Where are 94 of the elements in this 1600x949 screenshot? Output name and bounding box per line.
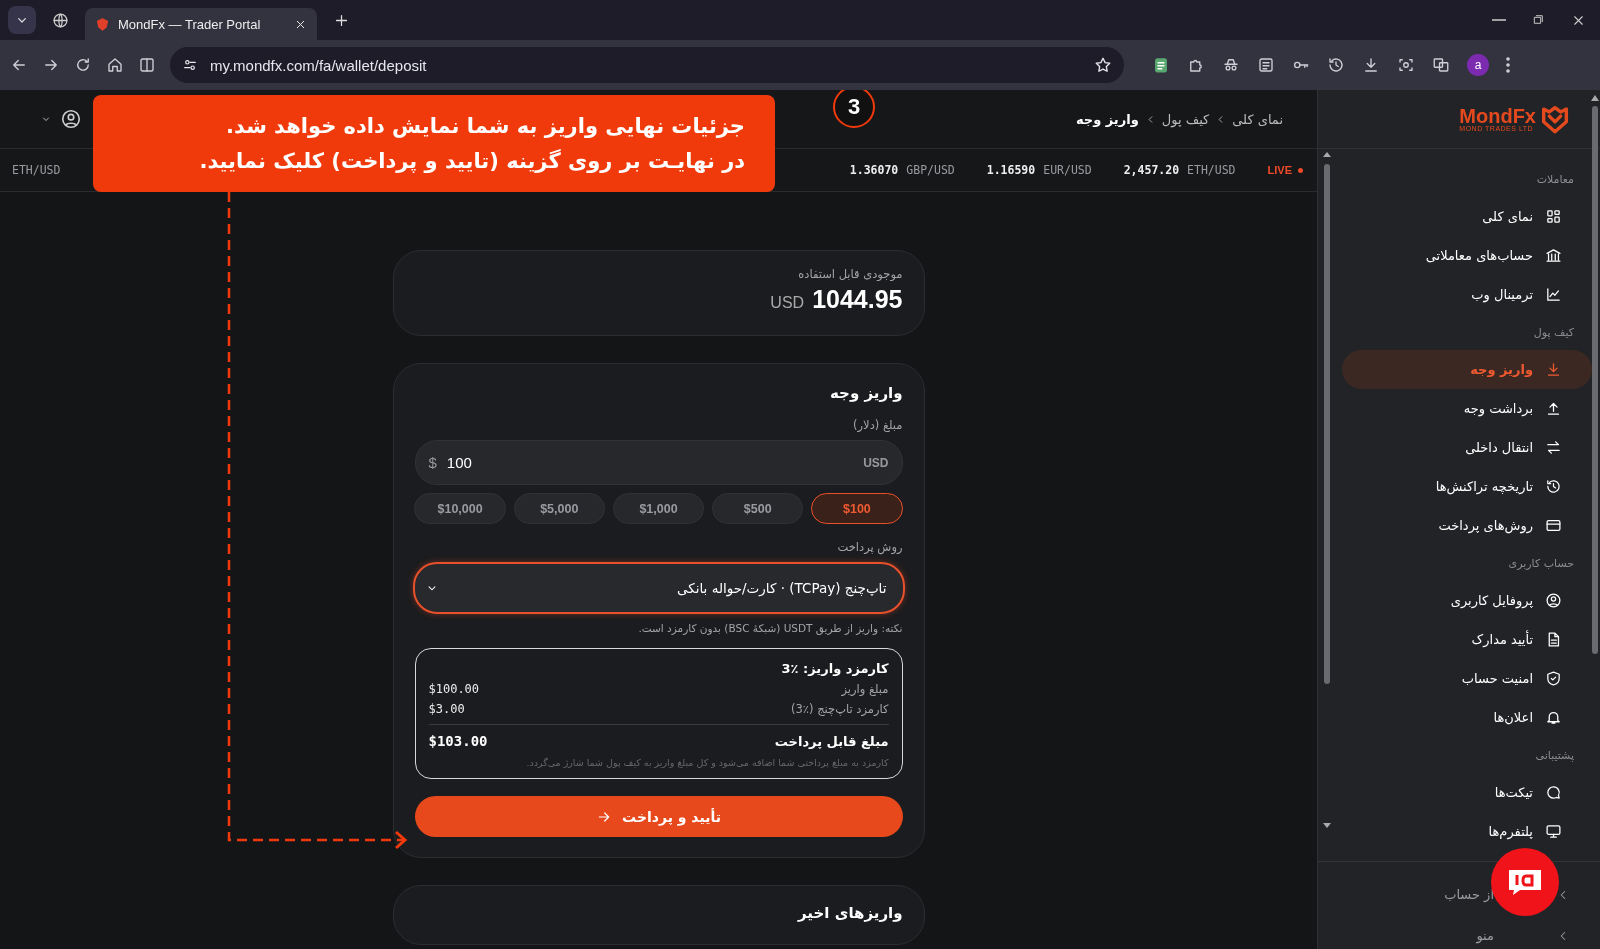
callout-text: جزئیات نهایی واریز به شما نمایش داده خواهد شد. [225,113,745,140]
history-icon [1545,478,1562,495]
section-title: پشتیبانی [1534,748,1574,764]
reload-icon [74,56,92,74]
total-value: $103.00 [428,733,488,749]
ticker-pair: EUR/USD [1043,163,1092,177]
sidebar-item[interactable]: روش‌های پرداخت [1342,506,1592,545]
sidebar-item[interactable]: برداشت وجه [1342,389,1592,428]
breadcrumb[interactable]: واریز وجه [1075,111,1139,127]
reader-icon [1257,56,1275,74]
ticker-pair: GBP/USD [906,163,955,177]
note-text: نکته: واریز از طریق USDT (شبکهٔ BSC) بدون کارمزد است. [637,622,903,634]
confirm-pay-button[interactable]: تأیید و پرداخت [414,796,903,837]
minimize-icon [1492,18,1506,21]
fee-value: $3.00 [428,702,465,716]
fee-label: کارمزد تاپ‌چنج (٪3) [791,702,889,716]
restore-icon [1532,12,1545,26]
profile-avatar[interactable]: a [1467,54,1489,76]
chat-bubble-icon [1506,867,1544,897]
translate-icon [1432,56,1450,74]
bank-icon [1545,247,1562,264]
fee-label: مبلغ واریز [841,682,889,696]
sidebar-item[interactable]: تاریخچه تراکنش‌ها [1342,467,1592,506]
transfer-icon [1545,439,1562,456]
section-title: معاملات [1535,172,1574,188]
history-icon [1327,56,1345,74]
address-bar[interactable]: my.mondfx.com/fa/wallet/deposit [170,47,1124,83]
sidebar-item[interactable]: پروفایل کاربری [1342,581,1592,620]
live-dot [1298,167,1303,173]
sidebar-item[interactable]: امنیت حساب [1342,659,1592,698]
field-label: روش پرداخت [836,540,903,554]
monitor-icon [1545,823,1562,840]
breadcrumb[interactable]: کیف پول [1161,111,1210,127]
balance-amount: 1044.95 [812,285,903,314]
download-icon [1362,56,1380,74]
callout-text: در نهایـت بر روی گزینه (تایید و پرداخت) کلیک نمایید. [198,148,745,175]
split-view-icon [138,56,156,74]
ticker-price: 1.36070 [849,163,899,177]
shield-icon [1545,670,1562,687]
shield-logo-icon [95,16,110,32]
ticker-price: 1.16590 [986,163,1036,177]
sidebar-item[interactable]: حساب‌های معاملاتی [1342,236,1592,275]
fee-footnote: کارمزد به مبلغ پرداختی شما اضافه می‌شود و کل مبلغ واریز به کیف پول شما شارژ می‌گردد. [525,757,889,768]
amount-field[interactable]: $ 100 USD [414,440,903,485]
menu-link[interactable]: از حساب [1444,887,1494,902]
currency-label: USD [770,294,805,312]
amount-preset[interactable]: $100 [811,493,903,524]
logo-name: MondFx [1459,106,1536,125]
grid-icon [1545,208,1562,225]
fee-value: $100.00 [428,682,480,696]
sidebar-item[interactable]: اعلان‌ها [1342,698,1592,737]
ticker-pair: ETH/USD [1187,163,1236,177]
total-label: مبلغ قابل پرداخت [774,733,889,749]
amount-preset[interactable]: $500 [712,493,804,524]
amount-preset[interactable]: $1,000 [612,493,705,524]
home-icon [106,56,124,74]
sidebar-item[interactable]: پلتفرم‌ها [1342,812,1592,851]
sidebar-item[interactable]: تیکت‌ها [1342,773,1592,812]
sidebar-item[interactable]: انتقال داخلی [1342,428,1592,467]
globe-icon [52,11,69,29]
card-icon [1545,517,1562,534]
field-label: مبلغ (دلار) [852,418,903,432]
site-settings-icon [182,57,198,73]
sidebar-item[interactable]: ترمینال وب [1342,275,1592,314]
chat-icon [1545,784,1562,801]
sidebar-item[interactable]: واریز وجه [1342,350,1592,389]
menu-link[interactable]: منو [1476,928,1494,943]
ticker-pair: ETH/USD [12,163,61,177]
sidebar-item[interactable]: نمای کلی [1342,197,1592,236]
fee-title: کارمزد واریز: ٪3 [780,661,889,676]
payment-method-select[interactable]: تاپ‌چنج (TCPay) · کارت/حواله بانکی [412,562,905,614]
amount-preset[interactable]: $10,000 [414,493,506,524]
section-title: حساب کاربری [1507,556,1574,572]
more-icon[interactable] [1506,57,1510,73]
tab-search-button[interactable] [8,6,36,34]
clipboard-icon [1152,56,1170,74]
amount-preset[interactable]: $5,000 [513,493,605,524]
user-circle-icon [1545,592,1562,609]
breadcrumb[interactable]: نمای کلی [1232,111,1283,127]
screenshot-icon [1397,56,1415,74]
sidebar-item[interactable]: تأیید مدارک [1342,620,1592,659]
live-label: LIVE [1267,164,1292,176]
chart-icon [1545,286,1562,303]
upload-icon [1545,400,1562,417]
balance-label: موجودی قابل استفاده [797,267,903,281]
bell-icon [1545,709,1562,726]
section-title: کیف پول [1532,325,1574,341]
card-title: واریز وجه [828,384,903,402]
star-icon [1094,56,1112,74]
card-title: واریزهای اخیر [796,904,903,922]
user-circle-icon [60,108,82,130]
download-icon [1545,361,1562,378]
browser-tab[interactable]: MondFx — Trader Portal [85,8,317,40]
ticker-price: 2,457.20 [1123,163,1180,177]
